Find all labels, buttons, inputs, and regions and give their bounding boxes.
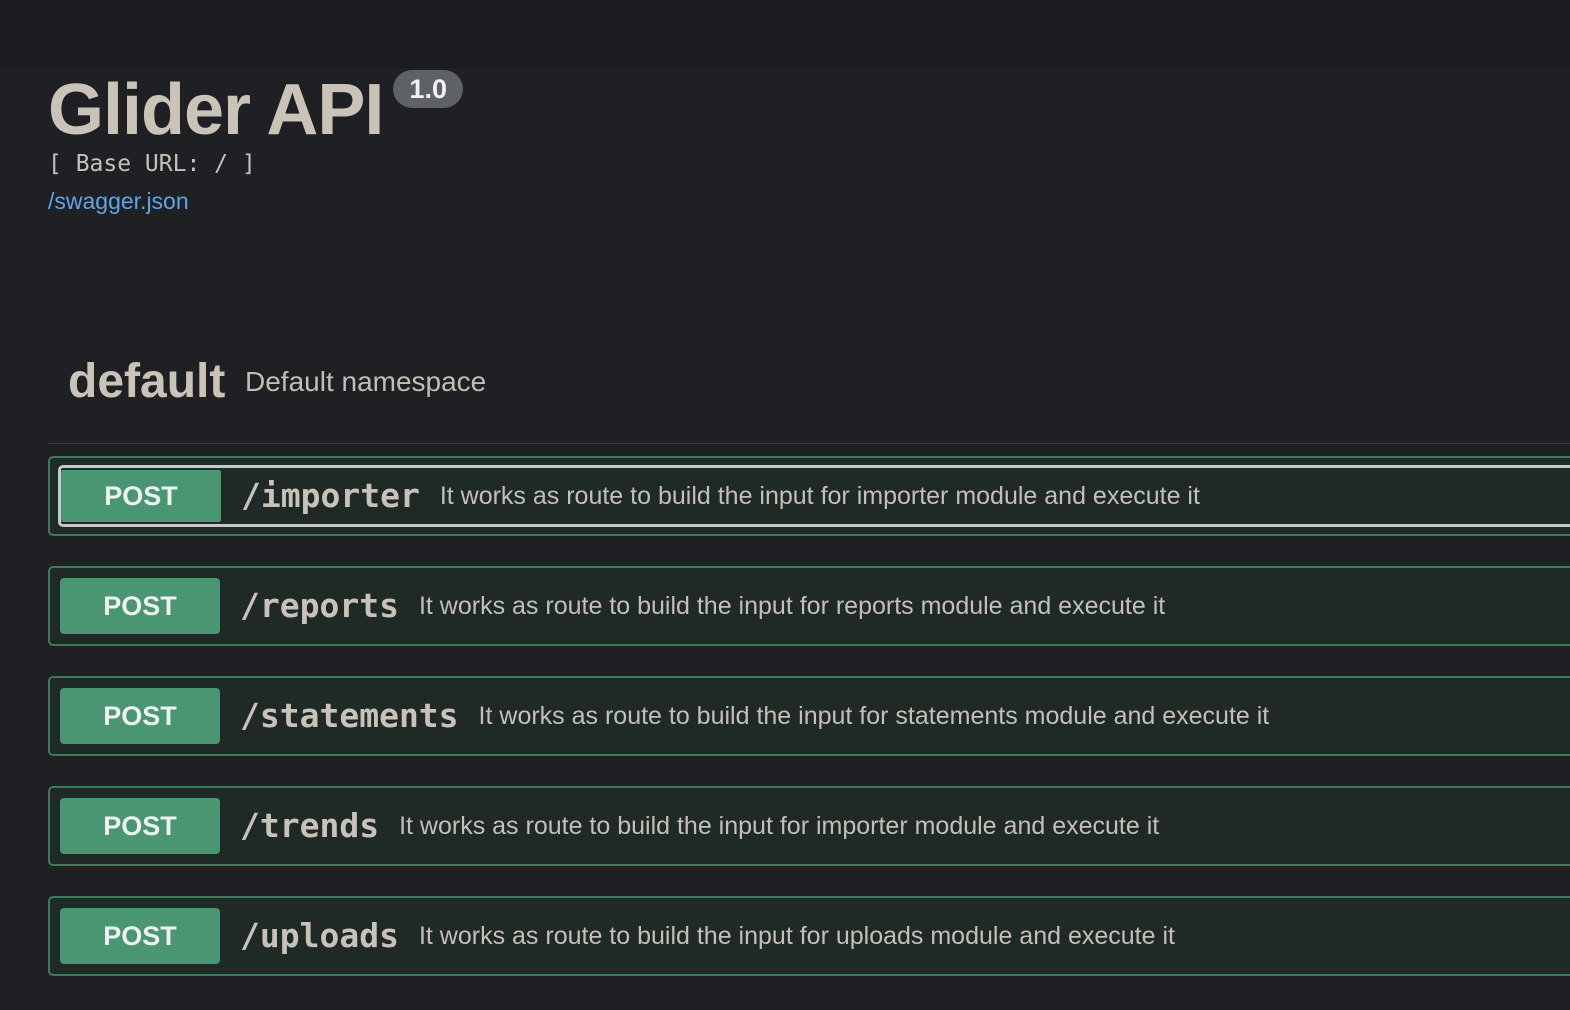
version-badge: 1.0 [393,70,463,108]
operation-post-statements[interactable]: POST /statements It works as route to bu… [48,676,1570,756]
base-url: [ Base URL: / ] [48,151,256,177]
operation-summary-bar[interactable]: POST /statements It works as route to bu… [58,686,1570,746]
operation-summary: It works as route to build the input for… [418,592,1166,620]
method-badge: POST [60,798,220,854]
method-badge: POST [60,578,220,634]
operation-post-uploads[interactable]: POST /uploads It works as route to build… [48,896,1570,976]
operation-summary: It works as route to build the input for… [399,812,1160,840]
operation-summary: It works as route to build the input for… [439,482,1200,510]
operation-path: /uploads [240,916,399,955]
operation-summary-bar[interactable]: POST /reports It works as route to build… [58,576,1570,636]
operation-path: /reports [240,586,399,625]
operation-summary-bar[interactable]: POST /importer It works as route to buil… [58,465,1570,527]
operation-post-trends[interactable]: POST /trends It works as route to build … [48,786,1570,866]
operation-summary-bar[interactable]: POST /uploads It works as route to build… [58,906,1570,966]
tag-name: default [68,355,226,408]
operation-path: /trends [240,806,380,845]
tag-description: Default namespace [245,366,487,397]
operation-summary-bar[interactable]: POST /trends It works as route to build … [58,796,1570,856]
method-badge: POST [60,908,220,964]
method-badge: POST [60,688,220,744]
method-badge: POST [61,470,221,522]
api-title-row: Glider API 1.0 [48,70,463,150]
swagger-json-link[interactable]: /swagger.json [48,184,189,218]
api-title: Glider API [48,70,384,150]
operations-list: POST /importer It works as route to buil… [48,456,1570,1006]
operation-path: /statements [240,696,459,735]
operation-summary: It works as route to build the input for… [418,922,1175,950]
operation-path: /importer [241,476,420,515]
top-bar [0,0,1570,68]
operation-summary: It works as route to build the input for… [478,702,1270,730]
tag-header-default[interactable]: default Default namespace [48,340,1570,444]
operation-post-importer[interactable]: POST /importer It works as route to buil… [48,456,1570,536]
operation-post-reports[interactable]: POST /reports It works as route to build… [48,566,1570,646]
